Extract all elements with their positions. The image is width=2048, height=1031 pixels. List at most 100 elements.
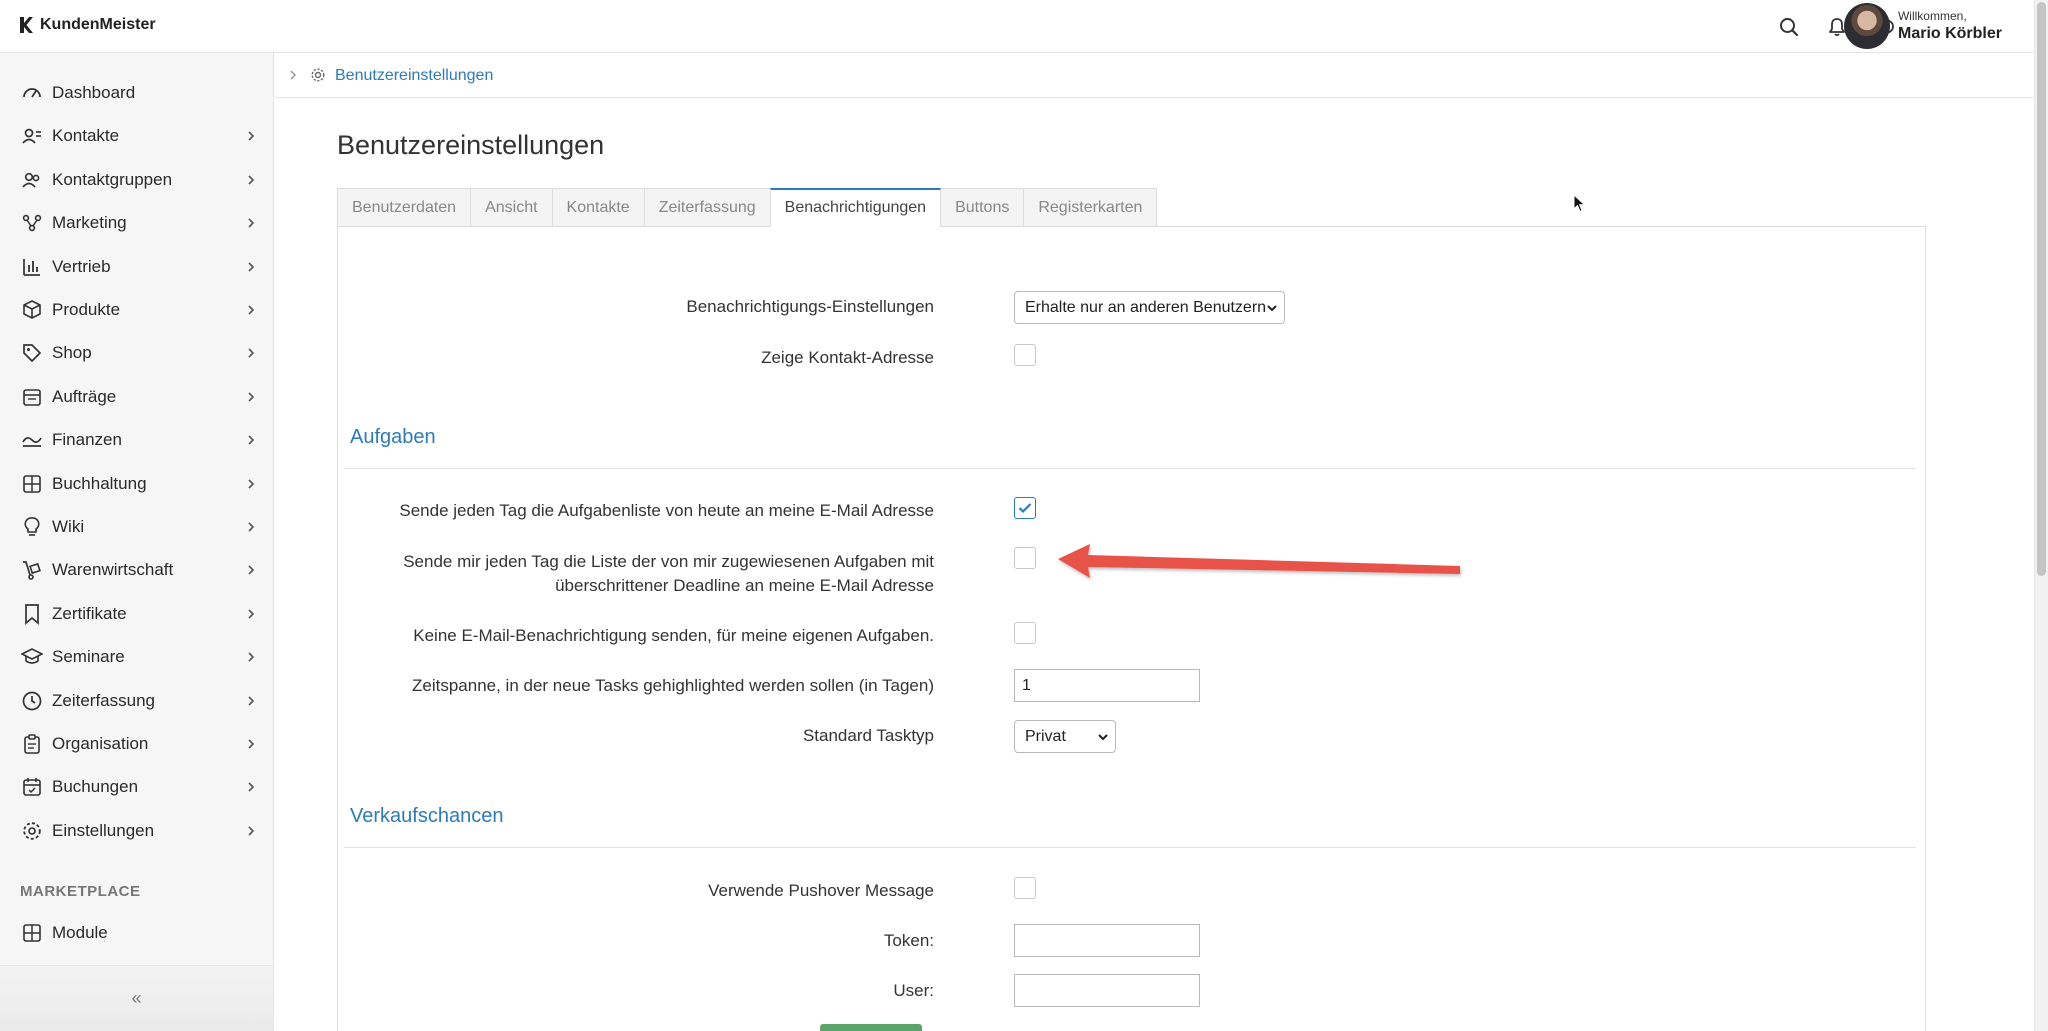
money-icon	[20, 428, 44, 452]
double-chevron-left-icon: «	[131, 988, 142, 1008]
sidebar-item-zeiterfassung[interactable]: Zeiterfassung	[0, 681, 274, 721]
user-greeting: Willkommen,	[1897, 8, 1967, 23]
sidebar-item-warenwirtschaft[interactable]: Warenwirtschaft	[0, 550, 274, 590]
no-own-email-label: Keine E-Mail-Benachrichtigung senden, fü…	[413, 626, 934, 645]
settings-tabs: Benutzerdaten Ansicht Kontakte Zeiterfas…	[337, 188, 1158, 227]
sidebar-item-label: Warenwirtschaft	[52, 560, 174, 580]
sidebar-item-seminare[interactable]: Seminare	[0, 637, 274, 677]
mouse-cursor-icon	[1573, 194, 1586, 213]
chevron-right-icon	[245, 695, 257, 707]
overdue-tasks-label: Sende mir jeden Tag die Liste der von mi…	[403, 550, 934, 598]
annotation-arrow	[1058, 544, 1460, 578]
sidebar-item-dashboard[interactable]: Dashboard	[0, 73, 274, 113]
sidebar-item-wiki[interactable]: Wiki	[0, 507, 274, 547]
user-label: User:	[893, 981, 934, 1000]
notification-settings-select[interactable]: Erhalte nur an anderen Benutzern	[1014, 291, 1285, 324]
user-menu[interactable]: Willkommen, Mario Körbler	[1843, 3, 2002, 49]
notification-settings-label: Benachrichtigungs-Einstellungen	[686, 297, 934, 316]
sidebar-item-shop[interactable]: Shop	[0, 333, 274, 373]
chevron-right-icon	[245, 434, 257, 446]
notification-settings-value: Erhalte nur an anderen Benutzern	[1025, 298, 1267, 316]
sidebar-item-marketing[interactable]: Marketing	[0, 203, 274, 243]
sidebar-item-label: Dashboard	[52, 83, 136, 102]
calendar-icon	[20, 775, 44, 799]
sidebar-item-label: Module	[52, 923, 108, 942]
marketing-icon	[20, 211, 44, 235]
user-input[interactable]	[1014, 974, 1200, 1007]
sidebar-item-zertifikate[interactable]: Zertifikate	[0, 594, 274, 634]
tab-kontakte[interactable]: Kontakte	[551, 188, 645, 227]
tab-registerkarten[interactable]: Registerkarten	[1023, 188, 1158, 227]
token-input[interactable]	[1014, 924, 1200, 957]
sidebar-item-finanzen[interactable]: Finanzen	[0, 420, 274, 460]
ledger-icon	[20, 472, 44, 496]
search-icon[interactable]	[1776, 14, 1802, 40]
sidebar-collapse-button[interactable]: «	[0, 965, 273, 1031]
section-divider	[344, 847, 1916, 848]
tab-buttons[interactable]: Buttons	[940, 188, 1025, 227]
chevron-right-icon	[245, 608, 257, 620]
tab-ansicht[interactable]: Ansicht	[470, 188, 553, 227]
sidebar-item-label: Wiki	[52, 517, 85, 536]
show-contact-address-label: Zeige Kontakt-Adresse	[761, 348, 934, 367]
sidebar-item-buchungen[interactable]: Buchungen	[0, 767, 274, 807]
pushover-checkbox[interactable]	[1014, 877, 1036, 899]
overdue-tasks-checkbox[interactable]	[1014, 547, 1036, 569]
sidebar-item-module[interactable]: Module	[0, 913, 274, 953]
page-title: Benutzereinstellungen	[337, 130, 605, 160]
sidebar-item-label: Zeiterfassung	[52, 690, 155, 710]
save-button[interactable]	[820, 1024, 922, 1031]
default-task-type-value: Privat	[1025, 727, 1066, 745]
section-verkaufschancen-heading: Verkaufschancen	[350, 805, 504, 827]
page-scrollbar[interactable]	[2034, 0, 2048, 1031]
sidebar-item-label: Finanzen	[52, 430, 122, 450]
top-bar: KundenMeister Willkommen, Mario Körbler	[0, 0, 2034, 53]
sidebar-item-vertrieb[interactable]: Vertrieb	[0, 247, 274, 287]
default-task-type-select[interactable]: Privat	[1014, 720, 1116, 753]
tab-benachrichtigungen[interactable]: Benachrichtigungen	[769, 188, 942, 227]
chevron-right-icon	[245, 217, 257, 229]
tab-zeiterfassung[interactable]: Zeiterfassung	[643, 188, 771, 227]
section-aufgaben-heading: Aufgaben	[350, 426, 436, 448]
sidebar-item-buchhaltung[interactable]: Buchhaltung	[0, 464, 274, 504]
daily-task-list-checkbox[interactable]	[1014, 497, 1036, 519]
chevron-right-icon	[245, 347, 257, 359]
show-contact-address-checkbox[interactable]	[1014, 344, 1036, 366]
sidebar-item-label: Zertifikate	[52, 603, 127, 623]
checkmark-icon	[1018, 503, 1032, 514]
chevron-right-icon	[245, 261, 257, 273]
chevron-right-icon	[245, 304, 257, 316]
sidebar-item-label: Buchungen	[52, 777, 139, 797]
sidebar-item-kontaktgruppen[interactable]: Kontaktgruppen	[0, 160, 274, 200]
no-own-email-checkbox[interactable]	[1014, 622, 1036, 644]
sidebar-item-einstellungen[interactable]: Einstellungen	[0, 811, 274, 851]
tab-benutzerdaten[interactable]: Benutzerdaten	[337, 188, 472, 227]
user-name: Mario Körbler	[1897, 24, 2002, 42]
highlight-days-input[interactable]: 1	[1014, 669, 1200, 702]
contacts-icon	[20, 124, 44, 148]
app-logo[interactable]: KundenMeister	[18, 16, 156, 34]
sidebar-item-kontakte[interactable]: Kontakte	[0, 116, 274, 156]
overdue-tasks-label-line2: überschrittener Deadline an meine E-Mail…	[555, 576, 934, 595]
clipboard-icon	[20, 732, 44, 756]
groups-icon	[20, 168, 44, 192]
chevron-right-icon	[245, 651, 257, 663]
chevron-right-icon	[245, 391, 257, 403]
pushover-label: Verwende Pushover Message	[708, 881, 934, 900]
chevron-right-icon	[245, 174, 257, 186]
sidebar-item-label: Produkte	[52, 300, 121, 319]
chevron-right-icon	[245, 825, 257, 837]
tag-icon	[20, 341, 44, 365]
sidebar-item-organisation[interactable]: Organisation	[0, 724, 274, 764]
sidebar-item-auftraege[interactable]: Aufträge	[0, 377, 274, 417]
clock-icon	[20, 689, 44, 713]
avatar[interactable]	[1843, 3, 1890, 49]
app-name: KundenMeister	[40, 16, 156, 33]
chevron-right-icon	[245, 781, 257, 793]
chevron-down-icon	[1267, 305, 1277, 312]
sidebar-item-produkte[interactable]: Produkte	[0, 290, 274, 330]
breadcrumb-current[interactable]: Benutzereinstellungen	[335, 67, 493, 85]
chevron-down-icon	[1098, 734, 1108, 741]
scrollbar-thumb[interactable]	[2037, 2, 2046, 576]
chart-icon	[20, 255, 44, 279]
